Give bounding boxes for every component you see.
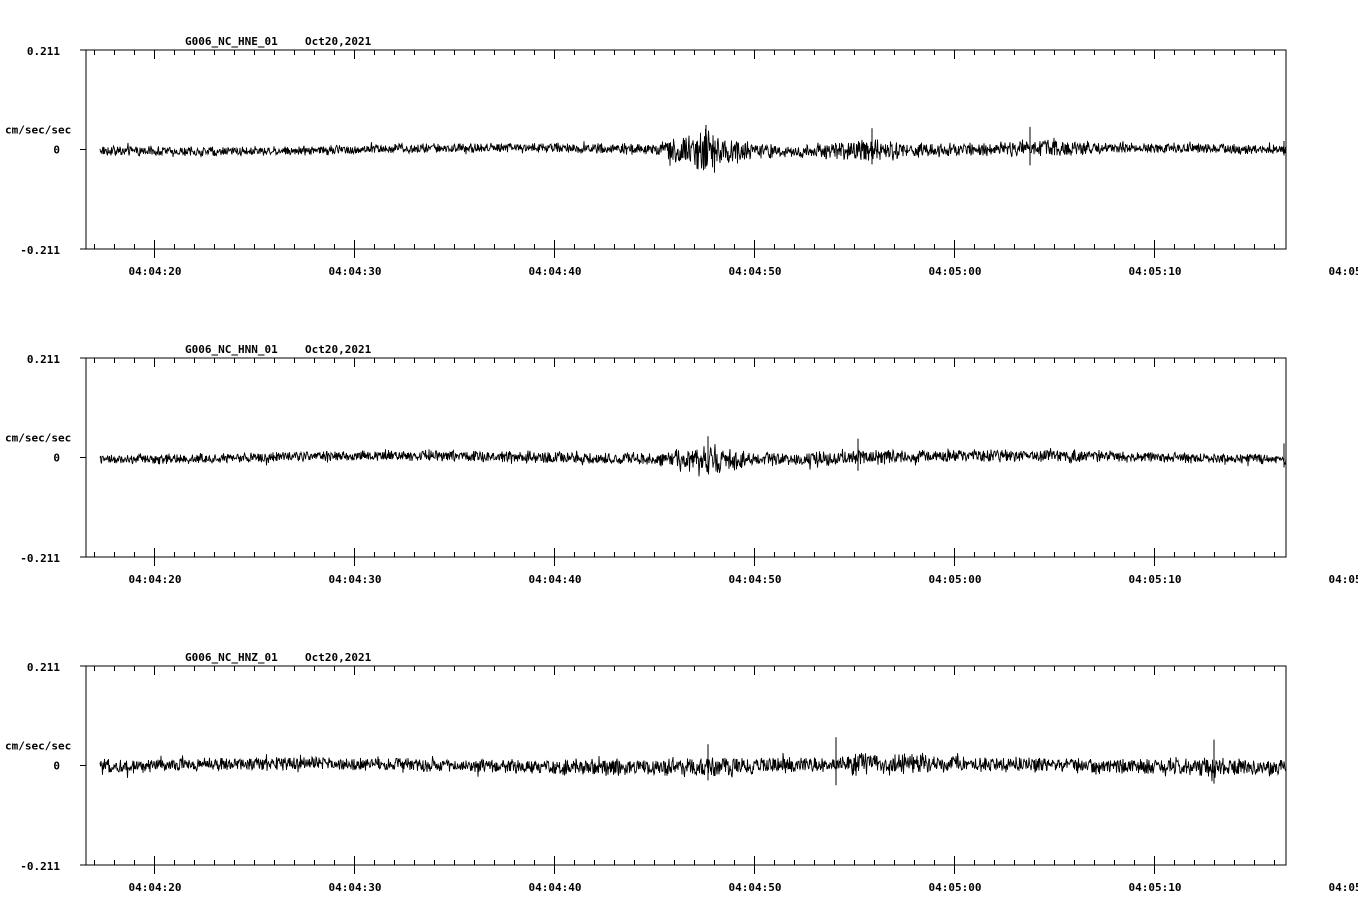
x-tick-label: 04:04:40: [529, 265, 582, 278]
waveform-trace: [99, 444, 1287, 477]
channel-panel-2: G006_NC_HNN_01 Oct20,2021 0.211 0 -0.211 cm/s…: [5, 343, 1358, 586]
y-tick-label: 0.211: [27, 661, 60, 674]
x-tick-label: 04:04:50: [729, 573, 782, 586]
y-tick-label: 0.211: [27, 353, 60, 366]
panel-date: Oct20,2021: [305, 35, 372, 48]
x-tick-label: 04:05:10: [1129, 573, 1182, 586]
x-tick-label: 04:05:00: [929, 573, 982, 586]
x-tick-label: 04:05:10: [1129, 881, 1182, 894]
x-tick-label: 04:04:30: [329, 881, 382, 894]
y-tick-label: -0.211: [20, 552, 60, 565]
x-tick-label: 04:04:30: [329, 573, 382, 586]
y-tick-label: 0: [53, 760, 60, 773]
y-tick-label: 0.211: [27, 45, 60, 58]
x-tick-label: 04:04:20: [129, 265, 182, 278]
panel-date: Oct20,2021: [305, 651, 372, 664]
y-axis-label: cm/sec/sec: [5, 740, 71, 753]
x-tick-label: 04:05:00: [929, 265, 982, 278]
x-tick-label: 04:04:30: [329, 265, 382, 278]
panel-title: G006_NC_HNN_01: [185, 343, 278, 356]
panel-title: G006_NC_HNE_01: [185, 35, 278, 48]
x-tick-label: 04:04:40: [529, 573, 582, 586]
x-tick-label: 04:04:50: [729, 265, 782, 278]
channel-panel-3: G006_NC_HNZ_01 Oct20,2021 0.211 0 -0.211 cm/s…: [5, 651, 1358, 894]
y-tick-label: 0: [53, 452, 60, 465]
x-tick-label: 04:05:20: [1329, 265, 1358, 278]
x-tick-label: 04:05:00: [929, 881, 982, 894]
x-tick-label: 04:05:10: [1129, 265, 1182, 278]
waveform-trace: [99, 752, 1287, 782]
x-tick-label: 04:04:20: [129, 881, 182, 894]
y-axis-label: cm/sec/sec: [5, 124, 71, 137]
x-tick-label: 04:05:20: [1329, 881, 1358, 894]
x-tick-label: 04:04:50: [729, 881, 782, 894]
y-tick-label: -0.211: [20, 860, 60, 873]
waveform-trace: [99, 128, 1287, 173]
panel-title: G006_NC_HNZ_01: [185, 651, 278, 664]
y-axis-label: cm/sec/sec: [5, 432, 71, 445]
x-tick-label: 04:04:20: [129, 573, 182, 586]
y-tick-label: 0: [53, 144, 60, 157]
x-tick-label: 04:04:40: [529, 881, 582, 894]
seismogram-figure: G006_NC_HNE_01 Oct20,2021 0.211 0 -0.211 cm/s…: [5, 35, 1358, 894]
panel-date: Oct20,2021: [305, 343, 372, 356]
x-tick-label: 04:05:20: [1329, 573, 1358, 586]
y-tick-label: -0.211: [20, 244, 60, 257]
channel-panel-1: G006_NC_HNE_01 Oct20,2021 0.211 0 -0.211 cm/s…: [5, 35, 1358, 278]
